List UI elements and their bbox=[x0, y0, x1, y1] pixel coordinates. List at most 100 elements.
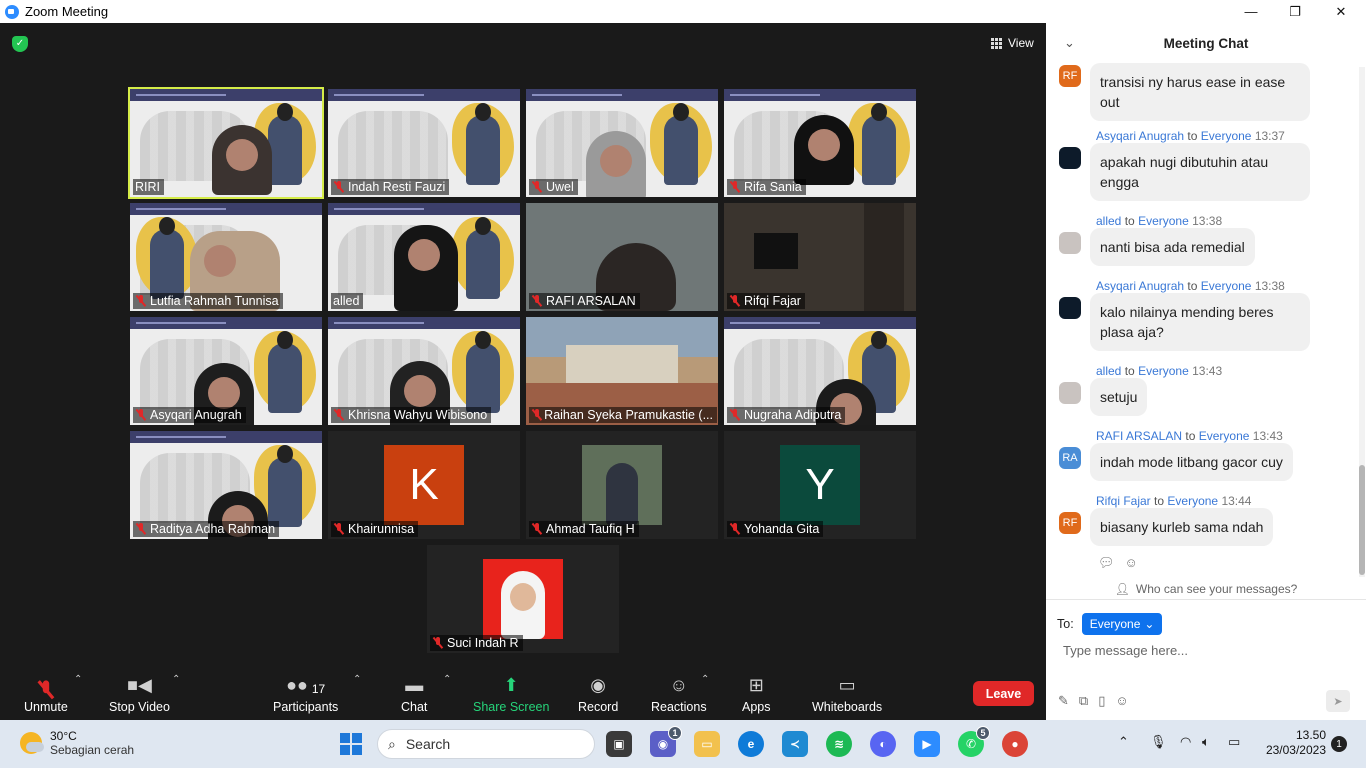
video-options-caret[interactable]: ⌃ bbox=[172, 674, 180, 685]
system-clock[interactable]: 13.50 23/03/2023 bbox=[1260, 728, 1326, 758]
notification-badge[interactable]: 1 bbox=[1331, 736, 1347, 752]
view-button[interactable]: View bbox=[983, 32, 1042, 54]
meeting-area: ✓ View RIRI Indah Resti Fauzi Uwel Rifa … bbox=[0, 23, 1046, 662]
reactions-button[interactable]: ☺ Reactions bbox=[651, 670, 707, 714]
video-tile[interactable]: K Khairunnisa bbox=[328, 431, 520, 539]
video-tile[interactable]: Lutfia Rahmah Tunnisa bbox=[130, 203, 322, 311]
share-screen-button[interactable]: ⬆ Share Screen bbox=[473, 670, 549, 714]
avatar bbox=[1059, 297, 1081, 319]
reactions-options-caret[interactable]: ⌃ bbox=[701, 674, 709, 685]
video-tile[interactable]: Uwel bbox=[526, 89, 718, 197]
message-bubble: biasany kurleb sama ndah bbox=[1090, 508, 1274, 546]
screenshot-icon[interactable]: ⧉ bbox=[1079, 693, 1088, 709]
video-tile[interactable]: RAFI ARSALAN bbox=[526, 203, 718, 311]
video-tile[interactable]: Raditya Adha Rahman bbox=[130, 431, 322, 539]
scrollbar-thumb[interactable] bbox=[1359, 465, 1365, 575]
mic-muted-icon bbox=[333, 181, 345, 193]
audio-options-caret[interactable]: ⌃ bbox=[74, 674, 82, 685]
chat-panel: ⌄ Meeting Chat RF transisi ny harus ease… bbox=[1046, 23, 1366, 720]
meet-chat-icon[interactable]: ◉ 1 bbox=[650, 726, 682, 757]
search-icon: ⌕ bbox=[388, 735, 396, 752]
spotify-icon[interactable]: ≋ bbox=[826, 731, 852, 757]
security-shield-icon[interactable]: ✓ bbox=[12, 36, 28, 52]
emoji-icon[interactable]: ☺ bbox=[1115, 693, 1128, 709]
mic-muted-icon bbox=[729, 523, 741, 535]
zoom-logo-icon bbox=[5, 4, 19, 19]
chat-bubble-icon: ▬ bbox=[405, 675, 424, 695]
participant-name: Indah Resti Fauzi bbox=[331, 179, 450, 195]
participants-button[interactable]: ●● 17 Participants bbox=[273, 670, 338, 714]
emoji-reaction-icon[interactable]: ☺ bbox=[1125, 555, 1138, 571]
who-can-see-link[interactable]: 👤︎ Who can see your messages? bbox=[1046, 578, 1366, 600]
recipient-dropdown[interactable]: Everyone ⌄ bbox=[1081, 613, 1163, 635]
start-button[interactable] bbox=[340, 733, 362, 755]
video-tile[interactable]: Rifa Sania bbox=[724, 89, 916, 197]
leave-button[interactable]: Leave bbox=[973, 681, 1034, 706]
chat-scrollbar[interactable] bbox=[1359, 67, 1365, 577]
video-tile[interactable]: Rifqi Fajar bbox=[724, 203, 916, 311]
microphone-icon[interactable]: 🎙︎ bbox=[1150, 734, 1167, 750]
chat-title: Meeting Chat bbox=[1163, 35, 1249, 51]
discord-icon[interactable]: ◐ bbox=[870, 731, 896, 757]
participant-name: Rifqi Fajar bbox=[727, 293, 805, 309]
participant-name: Nugraha Adiputra bbox=[727, 407, 846, 423]
video-tile[interactable]: Y Yohanda Gita bbox=[724, 431, 916, 539]
file-icon[interactable]: ▯ bbox=[1098, 693, 1105, 709]
send-button[interactable]: ➤ bbox=[1326, 690, 1350, 712]
video-tile[interactable]: Ahmad Taufiq H bbox=[526, 431, 718, 539]
record-button[interactable]: ◉ Record bbox=[578, 670, 618, 714]
share-screen-icon: ⬆ bbox=[503, 675, 519, 695]
mic-muted-icon bbox=[729, 181, 741, 193]
reply-icon[interactable]: 💬︎ bbox=[1098, 555, 1115, 571]
restore-button[interactable]: ❐ bbox=[1272, 0, 1318, 23]
message-actions: 💬︎ ☺ bbox=[1098, 555, 1138, 571]
whatsapp-icon[interactable]: ✆ 5 bbox=[958, 726, 990, 757]
task-view-icon[interactable]: ▣ bbox=[606, 731, 632, 757]
participant-name: Uwel bbox=[529, 179, 578, 195]
apps-button[interactable]: ⊞ Apps bbox=[742, 670, 771, 714]
whiteboard-icon: ▭ bbox=[838, 675, 856, 695]
video-tile[interactable]: Suci Indah R bbox=[427, 545, 619, 653]
unmute-button[interactable]: Unmute bbox=[24, 670, 68, 714]
video-tile[interactable]: Asyqari Anugrah bbox=[130, 317, 322, 425]
chevron-up-icon[interactable]: ⌃ bbox=[1118, 734, 1129, 750]
wifi-icon[interactable]: ◠ bbox=[1180, 734, 1191, 750]
chat-tools: ✎ ⧉ ▯ ☺ bbox=[1058, 693, 1129, 709]
chrome-icon[interactable]: ● bbox=[1002, 731, 1028, 757]
stop-video-button[interactable]: ■◀ Stop Video bbox=[109, 670, 170, 714]
video-tile[interactable]: Indah Resti Fauzi bbox=[328, 89, 520, 197]
video-camera-icon: ■◀ bbox=[127, 675, 152, 695]
file-explorer-icon[interactable]: ▭ bbox=[694, 731, 720, 757]
participants-options-caret[interactable]: ⌃ bbox=[353, 674, 361, 685]
battery-icon[interactable]: ▭ bbox=[1228, 734, 1240, 750]
weather-widget[interactable]: 30°C Sebagian cerah bbox=[20, 729, 134, 757]
video-tile[interactable]: Raihan Syeka Pramukastie (... bbox=[526, 317, 718, 425]
video-tile[interactable]: alled bbox=[328, 203, 520, 311]
avatar: RF bbox=[1059, 512, 1081, 534]
mic-muted-icon bbox=[531, 181, 543, 193]
video-tile[interactable]: RIRI bbox=[128, 87, 324, 199]
video-tile[interactable]: Khrisna Wahyu Wibisono bbox=[328, 317, 520, 425]
avatar: RA bbox=[1059, 447, 1081, 469]
vscode-icon[interactable]: ≺ bbox=[782, 731, 808, 757]
message-sender: alled to Everyone 13:38 bbox=[1096, 214, 1223, 228]
minimize-button[interactable]: — bbox=[1228, 0, 1274, 23]
message-sender: Asyqari Anugrah to Everyone 13:37 bbox=[1096, 129, 1285, 143]
chat-options-caret[interactable]: ⌃ bbox=[443, 674, 451, 685]
taskbar-search[interactable]: ⌕ Search bbox=[377, 729, 595, 759]
whiteboards-button[interactable]: ▭ Whiteboards bbox=[812, 670, 882, 714]
volume-icon[interactable]: 🔈︎ bbox=[1202, 734, 1210, 750]
edge-browser-icon[interactable]: e bbox=[738, 731, 764, 757]
close-button[interactable]: ✕ bbox=[1318, 0, 1364, 23]
zoom-icon[interactable]: ▶ bbox=[914, 731, 940, 757]
avatar bbox=[582, 445, 662, 525]
chat-button[interactable]: ▬ Chat bbox=[401, 670, 427, 714]
chevron-down-icon: ⌄ bbox=[1144, 617, 1155, 631]
format-icon[interactable]: ✎ bbox=[1058, 693, 1069, 709]
message-sender: Asyqari Anugrah to Everyone 13:38 bbox=[1096, 279, 1285, 293]
participant-name: Khrisna Wahyu Wibisono bbox=[331, 407, 492, 423]
participant-name: Suci Indah R bbox=[430, 635, 523, 651]
video-tile[interactable]: Nugraha Adiputra bbox=[724, 317, 916, 425]
chevron-down-icon[interactable]: ⌄ bbox=[1064, 35, 1075, 51]
chat-input[interactable]: Type message here... bbox=[1063, 643, 1188, 658]
